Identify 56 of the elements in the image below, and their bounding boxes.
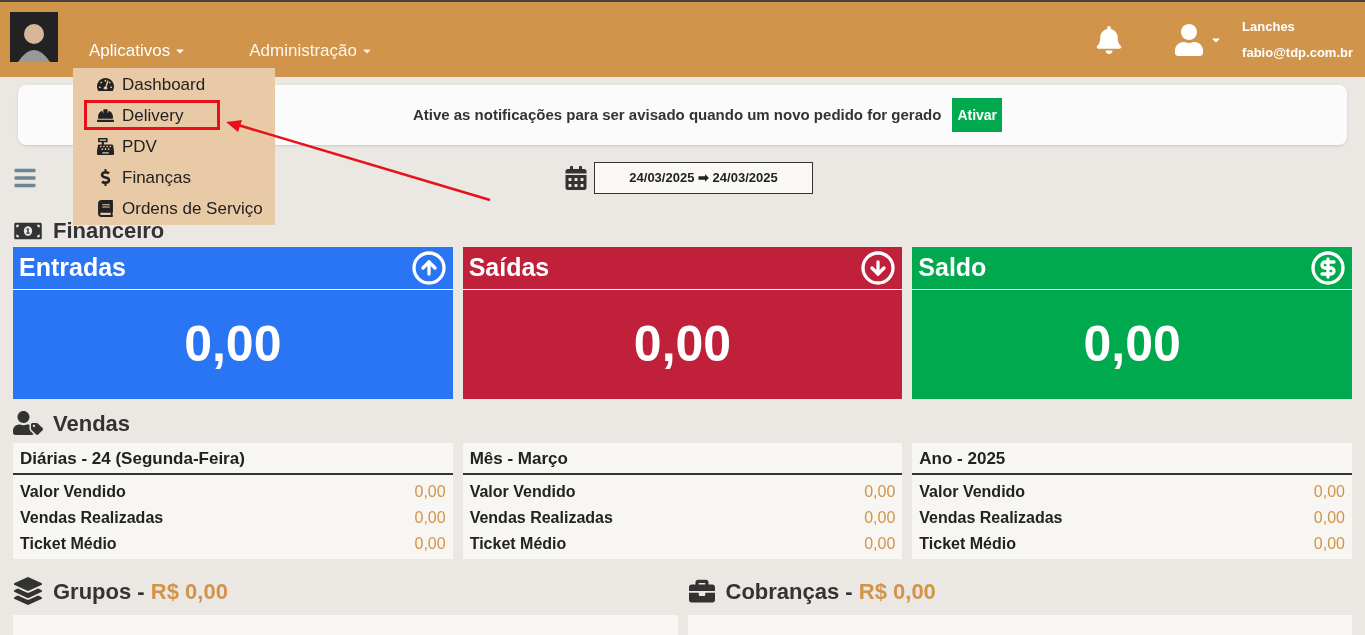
user-email: fabio@tdp.com.br bbox=[1242, 43, 1353, 62]
money-icon bbox=[13, 220, 43, 242]
menu-icon[interactable] bbox=[12, 166, 38, 190]
menu-item[interactable]: Finanças bbox=[87, 165, 201, 190]
row-value: 0,00 bbox=[1313, 482, 1345, 502]
row-value: 0,00 bbox=[1313, 508, 1345, 528]
card-title: Entradas bbox=[19, 252, 126, 284]
book-icon bbox=[97, 199, 114, 217]
section-title: Cobranças - R$ 0,00 bbox=[725, 577, 936, 606]
section-title: Grupos - R$ 0,00 bbox=[53, 577, 228, 606]
card-value: 0,00 bbox=[633, 315, 732, 374]
gauge-icon bbox=[97, 75, 114, 93]
section-title: Financeiro bbox=[53, 219, 165, 243]
row-value: 0,00 bbox=[864, 482, 896, 502]
user-tag-icon bbox=[13, 411, 43, 435]
arrow-up-icon bbox=[410, 250, 447, 286]
row-label: Ticket Médio bbox=[919, 534, 1016, 554]
card-value: 0,00 bbox=[1083, 315, 1181, 374]
cash-register-icon bbox=[97, 137, 114, 155]
calendar-icon[interactable] bbox=[565, 166, 587, 190]
card-title: Saldo bbox=[918, 252, 987, 284]
bell-icon[interactable] bbox=[1096, 25, 1123, 54]
layers-icon bbox=[13, 577, 43, 605]
menu-item[interactable]: Dashboard bbox=[87, 72, 216, 97]
menu-item[interactable]: PDV bbox=[87, 134, 167, 159]
row-label: Valor Vendido bbox=[469, 482, 576, 502]
dollar-icon bbox=[1310, 250, 1346, 286]
menu-item[interactable]: Delivery bbox=[87, 103, 217, 128]
card-title: Saídas bbox=[468, 252, 550, 284]
section-title: Vendas bbox=[53, 409, 131, 438]
row-label: Valor Vendido bbox=[20, 482, 126, 502]
avatar[interactable] bbox=[10, 11, 58, 62]
row-label: Valor Vendido bbox=[919, 482, 1026, 502]
helmet-icon bbox=[97, 106, 114, 124]
panel-title: Diárias - 24 (Segunda-Feira) bbox=[13, 443, 453, 475]
user-icon bbox=[1174, 23, 1205, 56]
row-label: Ticket Médio bbox=[20, 534, 117, 554]
notification-text: Ative as notificações para ser avisado quando um novo pedido for gerado bbox=[412, 104, 942, 125]
row-label: Vendas Realizadas bbox=[20, 508, 164, 528]
user-name: Lanches bbox=[1242, 18, 1296, 36]
menu-item[interactable]: Ordens de Serviço bbox=[87, 196, 273, 221]
row-value: 0,00 bbox=[414, 482, 446, 502]
card-value: 0,00 bbox=[184, 315, 282, 374]
date-range-field[interactable]: 24/03/2025 ➡ 24/03/2025 bbox=[594, 162, 813, 194]
row-value: 0,00 bbox=[414, 508, 446, 528]
row-label: Vendas Realizadas bbox=[919, 508, 1063, 528]
row-label: Ticket Médio bbox=[469, 534, 567, 554]
row-value: 0,00 bbox=[1313, 534, 1345, 554]
row-value: 0,00 bbox=[414, 534, 446, 554]
arrow-down-icon bbox=[860, 250, 897, 286]
row-label: Vendas Realizadas bbox=[469, 508, 613, 528]
panel-title: Mês - Março bbox=[462, 443, 903, 475]
panel-title: Ano - 2025 bbox=[912, 443, 1352, 475]
briefcase-icon bbox=[687, 578, 716, 604]
row-value: 0,00 bbox=[864, 508, 896, 528]
row-value: 0,00 bbox=[864, 534, 896, 554]
